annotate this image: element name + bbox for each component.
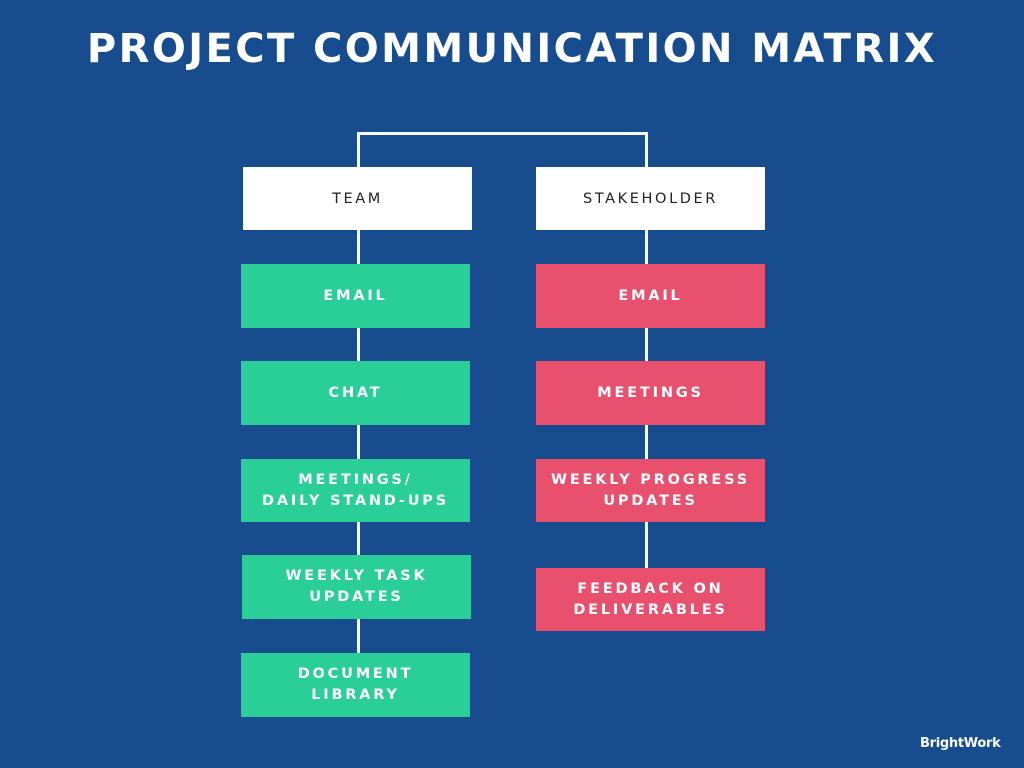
item-label: MEETINGS/ (298, 471, 413, 488)
item-label: FEEDBACK ON (577, 580, 724, 597)
team-item-email: EMAIL (241, 264, 470, 328)
item-label-line2: UPDATES (309, 589, 404, 605)
connector-team-stem (357, 132, 360, 167)
item-label: CHAT (328, 384, 383, 401)
team-item-meetings: MEETINGS/DAILY STAND-UPS (241, 459, 470, 522)
stakeholder-item-email: EMAIL (536, 264, 765, 328)
item-label: WEEKLY TASK (285, 568, 428, 584)
team-header: TEAM (243, 167, 472, 230)
item-label-line2: DAILY STAND-UPS (262, 492, 449, 509)
item-label-line2: LIBRARY (311, 687, 400, 703)
connector-stakeholder-stem (645, 132, 648, 167)
stakeholder-header-label: STAKEHOLDER (583, 190, 718, 207)
team-header-label: TEAM (332, 190, 383, 207)
item-label: EMAIL (323, 287, 388, 304)
team-item-chat: CHAT (241, 361, 470, 425)
page-title: PROJECT COMMUNICATION MATRIX (86, 26, 938, 72)
stakeholder-item-weekly-progress-updates: WEEKLY PROGRESS UPDATES (536, 459, 765, 522)
item-label-line2: DELIVERABLES (573, 601, 728, 618)
stakeholder-header: STAKEHOLDER (536, 167, 765, 230)
brand-logo: BrightWork (920, 736, 1001, 751)
stakeholder-item-meetings: MEETINGS (536, 361, 765, 425)
item-label-line2: UPDATES (603, 492, 698, 509)
stakeholder-item-feedback-on-deliverables: FEEDBACK ON DELIVERABLES (536, 568, 765, 631)
team-item-weekly-task-updates: WEEKLY TASK UPDATES (242, 555, 471, 619)
item-label: EMAIL (618, 287, 683, 304)
team-item-document-library: DOCUMENT LIBRARY (241, 653, 470, 717)
item-label: DOCUMENT (297, 666, 414, 682)
connector-top (357, 132, 648, 135)
item-label: WEEKLY PROGRESS (551, 471, 750, 488)
item-label: MEETINGS (597, 384, 704, 401)
